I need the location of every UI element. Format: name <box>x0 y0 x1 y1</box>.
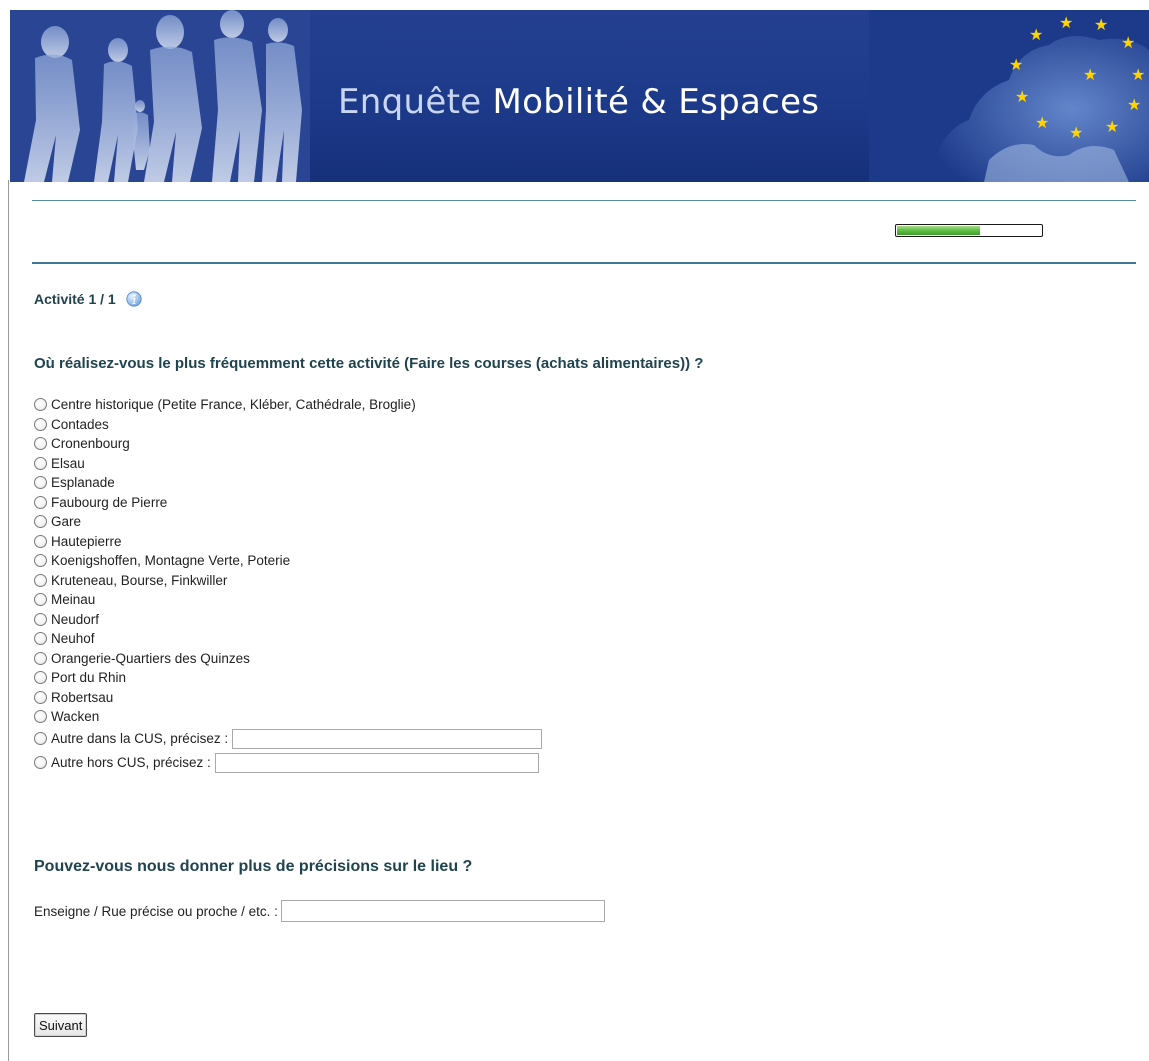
radio-button[interactable] <box>34 593 47 607</box>
banner-title: Enquête Mobilité & Espaces <box>338 82 819 122</box>
svg-text:★: ★ <box>1059 13 1073 32</box>
radio-button[interactable] <box>34 398 47 412</box>
header-divider <box>32 262 1136 264</box>
option-label: Faubourg de Pierre <box>51 494 168 510</box>
option-label: Cronenbourg <box>51 436 130 452</box>
activity-label: Activité 1 / 1 <box>34 291 116 307</box>
location-option[interactable]: Esplanade <box>34 473 734 493</box>
radio-button[interactable] <box>34 632 47 646</box>
location-option[interactable]: Meinau <box>34 590 734 610</box>
europe-map-image: ★ ★ ★ ★ ★ ★ ★ ★ ★ ★ ★ ★ <box>869 10 1149 182</box>
option-label: Meinau <box>51 592 96 608</box>
banner-title-main: Mobilité & Espaces <box>492 82 820 122</box>
radio-button[interactable] <box>34 495 47 509</box>
question-location: Où réalisez-vous le plus fréquemment cet… <box>34 355 704 372</box>
svg-text:★: ★ <box>1131 65 1145 84</box>
survey-page: Enquête Mobilité & Espaces ★ ★ ★ ★ ★ ★ ★… <box>0 0 1149 1061</box>
option-label: Kruteneau, Bourse, Finkwiller <box>51 572 228 588</box>
radio-button[interactable] <box>34 417 47 431</box>
radio-button[interactable] <box>34 437 47 451</box>
option-label: Elsau <box>51 455 85 471</box>
location-option[interactable]: Wacken <box>34 707 734 727</box>
radio-button[interactable] <box>34 690 47 704</box>
svg-text:★: ★ <box>1029 25 1043 44</box>
location-option[interactable]: Neudorf <box>34 610 734 630</box>
location-option[interactable]: Port du Rhin <box>34 668 734 688</box>
header-banner: Enquête Mobilité & Espaces ★ ★ ★ ★ ★ ★ ★… <box>10 10 1149 182</box>
radio-button[interactable] <box>34 671 47 685</box>
radio-button[interactable] <box>34 476 47 490</box>
activity-heading: Activité 1 / 1 <box>34 291 142 307</box>
location-option[interactable]: Kruteneau, Bourse, Finkwiller <box>34 571 734 591</box>
location-option[interactable]: Robertsau <box>34 688 734 708</box>
location-option-other[interactable]: Autre hors CUS, précisez : <box>34 751 734 775</box>
progress-bar-fill <box>897 226 980 235</box>
radio-button[interactable] <box>34 732 47 745</box>
location-option[interactable]: Elsau <box>34 454 734 474</box>
banner-title-prefix: Enquête <box>338 82 493 122</box>
option-label: Neuhof <box>51 631 95 647</box>
progress-bar <box>895 224 1043 237</box>
option-label: Centre historique (Petite France, Kléber… <box>51 397 416 413</box>
option-label: Wacken <box>51 709 100 725</box>
top-divider <box>32 200 1136 201</box>
page-left-border <box>8 180 9 1061</box>
svg-text:★: ★ <box>1069 123 1083 142</box>
option-label: Esplanade <box>51 475 115 491</box>
option-label: Gare <box>51 514 82 530</box>
radio-button[interactable] <box>34 515 47 529</box>
svg-text:★: ★ <box>1127 95 1141 114</box>
people-silhouettes-image <box>10 10 310 182</box>
option-label: Neudorf <box>51 611 100 627</box>
svg-text:★: ★ <box>1121 33 1135 52</box>
radio-button[interactable] <box>34 710 47 724</box>
svg-text:★: ★ <box>1105 117 1119 136</box>
svg-text:★: ★ <box>1009 55 1023 74</box>
precision-row: Enseigne / Rue précise ou proche / etc. … <box>34 900 605 922</box>
radio-button[interactable] <box>34 554 47 568</box>
option-label: Autre dans la CUS, précisez : <box>51 731 229 746</box>
option-label: Orangerie-Quartiers des Quinzes <box>51 650 250 666</box>
location-option[interactable]: Neuhof <box>34 629 734 649</box>
location-option[interactable]: Koenigshoffen, Montagne Verte, Poterie <box>34 551 734 571</box>
radio-button[interactable] <box>34 456 47 470</box>
location-option[interactable]: Orangerie-Quartiers des Quinzes <box>34 649 734 669</box>
radio-button[interactable] <box>34 756 47 769</box>
svg-text:★: ★ <box>1015 87 1029 106</box>
svg-text:★: ★ <box>1035 113 1049 132</box>
info-icon[interactable] <box>125 291 142 307</box>
location-option[interactable]: Faubourg de Pierre <box>34 493 734 513</box>
radio-button[interactable] <box>34 651 47 665</box>
question-precision: Pouvez-vous nous donner plus de précisio… <box>34 858 473 875</box>
svg-text:★: ★ <box>1094 15 1108 34</box>
precision-input[interactable] <box>280 900 605 922</box>
next-button[interactable]: Suivant <box>34 1013 88 1037</box>
radio-button[interactable] <box>34 573 47 587</box>
option-label: Contades <box>51 416 109 432</box>
location-option[interactable]: Centre historique (Petite France, Kléber… <box>34 395 734 415</box>
radio-button[interactable] <box>34 534 47 548</box>
option-label: Autre hors CUS, précisez : <box>51 755 211 770</box>
location-option[interactable]: Contades <box>34 415 734 435</box>
option-label: Robertsau <box>51 689 114 705</box>
location-option-other[interactable]: Autre dans la CUS, précisez : <box>34 727 734 751</box>
radio-button[interactable] <box>34 612 47 626</box>
option-label: Koenigshoffen, Montagne Verte, Poterie <box>51 553 291 569</box>
other-location-input[interactable] <box>214 752 539 773</box>
option-label: Port du Rhin <box>51 670 127 686</box>
location-option[interactable]: Cronenbourg <box>34 434 734 454</box>
other-location-input[interactable] <box>232 728 543 749</box>
precision-label: Enseigne / Rue précise ou proche / etc. … <box>34 903 278 919</box>
location-options: Centre historique (Petite France, Kléber… <box>34 395 734 775</box>
svg-text:★: ★ <box>1083 65 1097 84</box>
location-option[interactable]: Gare <box>34 512 734 532</box>
option-label: Hautepierre <box>51 533 122 549</box>
location-option[interactable]: Hautepierre <box>34 532 734 552</box>
